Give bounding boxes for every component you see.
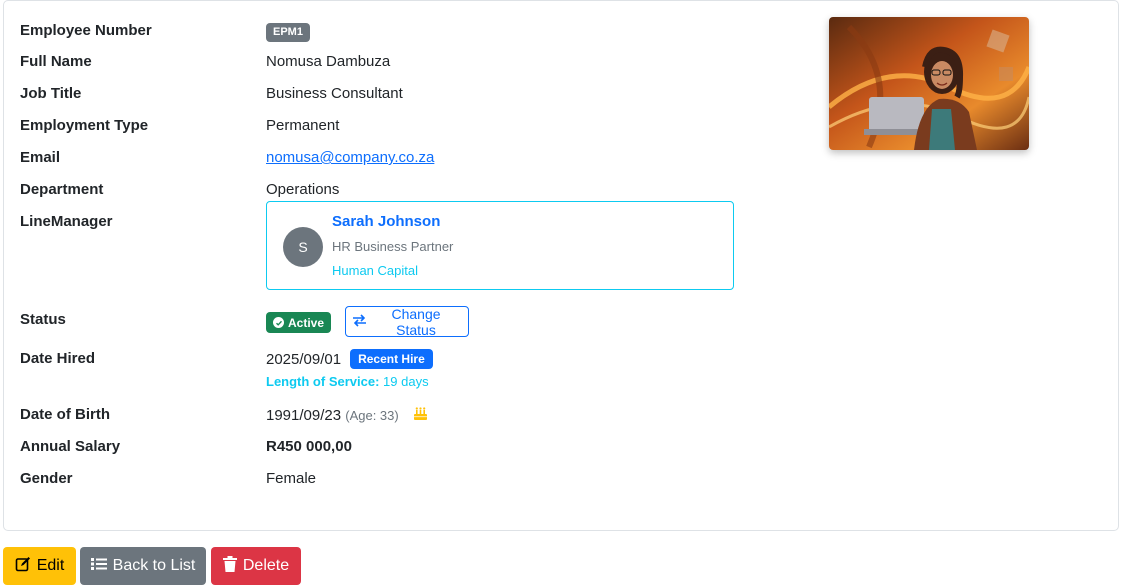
line-manager-label: LineManager (20, 213, 113, 230)
edit-button-label: Edit (36, 557, 65, 574)
exchange-icon (352, 313, 367, 330)
date-hired-value: 2025/09/01 (266, 351, 342, 368)
email-label: Email (20, 149, 61, 166)
line-manager-title: HR Business Partner (332, 239, 454, 254)
line-manager-name[interactable]: Sarah Johnson (332, 213, 440, 230)
trash-icon (222, 555, 237, 577)
delete-button-label: Delete (242, 557, 290, 574)
job-title-value: Business Consultant (266, 85, 403, 102)
status-badge: Active (266, 312, 332, 333)
status-label: Status (20, 311, 66, 328)
department-value: Operations (266, 181, 340, 198)
change-status-button[interactable]: Change Status (345, 305, 469, 338)
department-label: Department (20, 181, 104, 198)
full-name-value: Nomusa Dambuza (266, 53, 391, 70)
job-title-label: Job Title (20, 85, 82, 102)
annual-salary-value: R450 000,00 (266, 438, 352, 455)
age-value: (Age: 33) (345, 408, 399, 423)
full-name-label: Full Name (20, 53, 92, 70)
date-of-birth-value: 1991/09/23 (266, 407, 342, 424)
length-of-service-label: Length of Service: (266, 374, 380, 389)
email-link[interactable]: nomusa@company.co.za (266, 149, 434, 166)
employee-photo (829, 17, 1029, 150)
length-of-service: Length of Service: 19 days (266, 374, 429, 389)
back-to-list-label: Back to List (112, 557, 196, 574)
back-to-list-button[interactable]: Back to List (80, 547, 206, 585)
birthday-cake-icon (413, 406, 428, 425)
edit-icon (15, 556, 31, 577)
gender-label: Gender (20, 470, 73, 487)
recent-hire-badge: Recent Hire (350, 349, 433, 369)
employment-type-value: Permanent (266, 117, 340, 134)
annual-salary-label: Annual Salary (20, 438, 121, 455)
gender-value: Female (266, 470, 317, 487)
list-icon (90, 557, 107, 576)
line-manager-department: Human Capital (332, 263, 418, 278)
date-of-birth-label: Date of Birth (20, 406, 110, 423)
change-status-label: Change Status (391, 305, 441, 338)
status-badge-text: Active (288, 315, 325, 330)
length-of-service-value: 19 days (383, 374, 429, 389)
edit-button[interactable]: Edit (3, 547, 76, 585)
employee-number-badge: EPM1 (266, 23, 310, 42)
employee-number-label: Employee Number (20, 22, 152, 39)
line-manager-card: S Sarah Johnson HR Business Partner Huma… (266, 201, 734, 290)
delete-button[interactable]: Delete (211, 547, 301, 585)
employment-type-label: Employment Type (20, 117, 149, 134)
date-hired-label: Date Hired (20, 350, 96, 367)
check-circle-icon (273, 317, 284, 328)
avatar: S (283, 227, 323, 267)
